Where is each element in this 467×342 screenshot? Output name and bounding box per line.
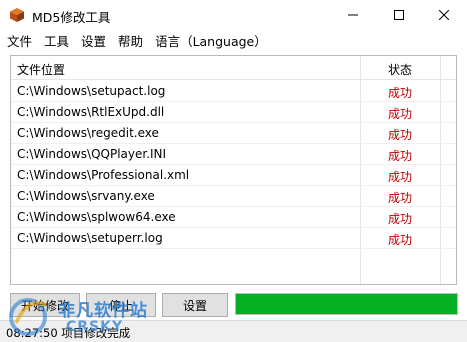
menu-tools[interactable]: 工具	[44, 31, 69, 50]
row-status: 成功	[388, 212, 413, 226]
start-button[interactable]: 开始修改	[10, 293, 80, 317]
row-path: C:\Windows\regedit.exe	[17, 126, 159, 140]
column-header-status[interactable]: 状态	[388, 61, 412, 78]
row-status: 成功	[388, 149, 413, 163]
table-row[interactable]: C:\Windows\regedit.exe 成功	[11, 123, 456, 144]
row-path: C:\Windows\Professional.xml	[17, 168, 190, 182]
minimize-button[interactable]	[330, 0, 376, 30]
row-path: C:\Windows\QQPlayer.INI	[17, 147, 167, 161]
row-path: C:\Windows\RtlExUpd.dll	[17, 105, 165, 119]
menu-language[interactable]: 语言（Language）	[155, 31, 267, 50]
menu-file[interactable]: 文件	[7, 31, 32, 50]
close-button[interactable]	[421, 0, 467, 30]
table-row[interactable]: C:\Windows\srvany.exe 成功	[11, 186, 456, 207]
settings-button[interactable]: 设置	[162, 293, 228, 317]
table-row[interactable]: C:\Windows\RtlExUpd.dll 成功	[11, 102, 456, 123]
table-row[interactable]: C:\Windows\QQPlayer.INI 成功	[11, 144, 456, 165]
row-path: C:\Windows\srvany.exe	[17, 189, 155, 203]
app-cube-icon	[10, 8, 24, 22]
settings-button-label: 设置	[182, 298, 207, 313]
close-icon	[439, 10, 449, 20]
window-title: MD5修改工具	[32, 10, 111, 25]
menu-bar: 文件 工具 设置 帮助 语言（Language）	[0, 30, 467, 50]
maximize-icon	[394, 10, 404, 20]
status-text: 08:27:50 项目修改完成	[6, 326, 131, 340]
menu-help[interactable]: 帮助	[118, 31, 143, 50]
row-path: C:\Windows\setupact.log	[17, 84, 166, 98]
table-row[interactable]: C:\Windows\splwow64.exe 成功	[11, 207, 456, 228]
file-list[interactable]: 文件位置 状态 C:\Windows\setupact.log 成功 C:\Wi…	[10, 55, 457, 285]
start-button-label: 开始修改	[20, 298, 69, 313]
maximize-button[interactable]	[376, 0, 422, 30]
stop-button[interactable]: 停止	[86, 293, 156, 317]
table-row[interactable]: C:\Windows\setupact.log 成功	[11, 81, 456, 102]
progress-bar	[235, 293, 458, 315]
list-header: 文件位置 状态	[11, 56, 456, 80]
row-status: 成功	[388, 107, 413, 121]
row-status: 成功	[388, 86, 413, 100]
menu-settings[interactable]: 设置	[81, 31, 106, 50]
progress-fill	[236, 294, 457, 314]
row-status: 成功	[388, 233, 413, 247]
status-bar: 08:27:50 项目修改完成	[0, 320, 467, 342]
row-path: C:\Windows\setuperr.log	[17, 231, 163, 245]
minimize-icon	[348, 14, 358, 16]
column-header-path[interactable]: 文件位置	[17, 61, 65, 78]
row-status: 成功	[388, 170, 413, 184]
table-row[interactable]: C:\Windows\Professional.xml 成功	[11, 165, 456, 186]
table-row[interactable]: C:\Windows\setuperr.log 成功	[11, 228, 456, 249]
row-path: C:\Windows\splwow64.exe	[17, 210, 176, 224]
stop-button-label: 停止	[108, 298, 133, 313]
title-bar: MD5修改工具	[0, 0, 467, 30]
row-status: 成功	[388, 128, 413, 142]
row-status: 成功	[388, 191, 413, 205]
